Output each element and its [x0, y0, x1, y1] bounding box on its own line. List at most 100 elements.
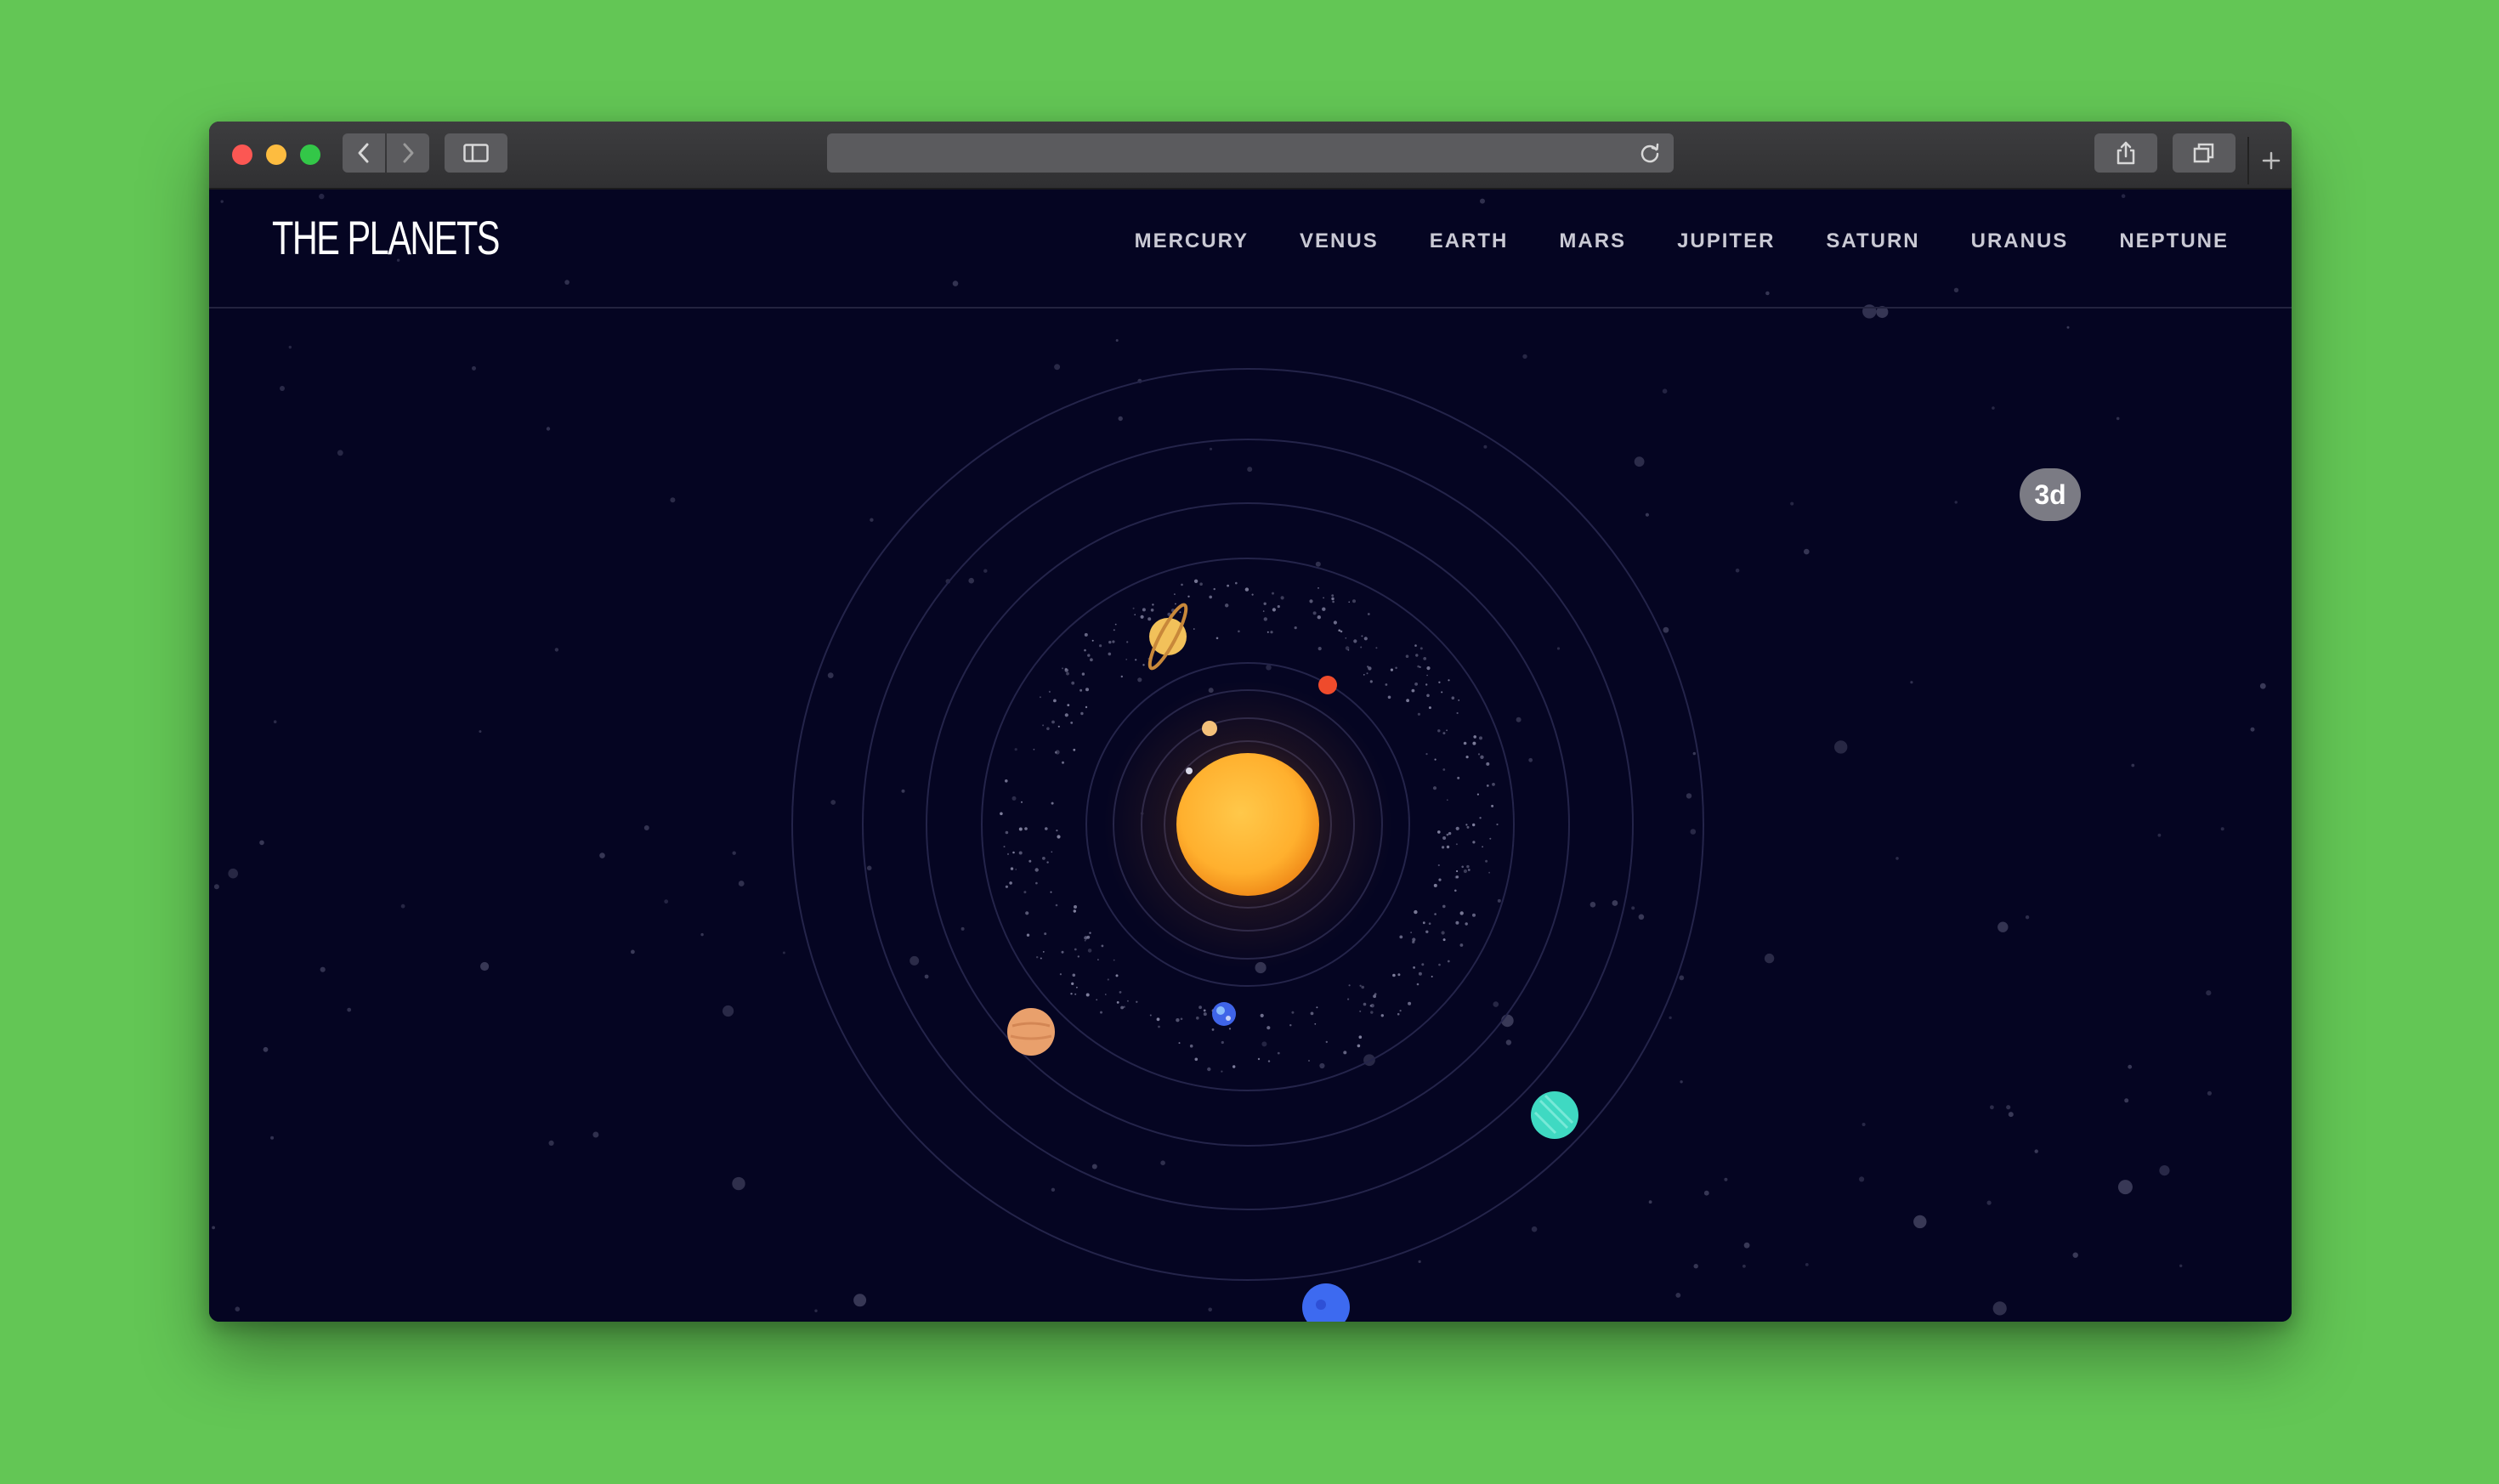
- planet-earth[interactable]: [1212, 1002, 1236, 1026]
- planet-mars[interactable]: [1318, 676, 1337, 694]
- planet-venus[interactable]: [1202, 721, 1217, 736]
- star: [1742, 1264, 1746, 1268]
- show-tabs-button[interactable]: [2173, 133, 2236, 173]
- back-button[interactable]: [343, 133, 385, 173]
- asteroid: [1207, 1067, 1211, 1072]
- share-button[interactable]: [2094, 133, 2157, 173]
- star: [1998, 921, 2009, 932]
- asteroid: [1085, 705, 1088, 709]
- asteroid: [1018, 827, 1023, 831]
- reload-icon: [1640, 143, 1659, 163]
- asteroid: [1156, 1017, 1160, 1022]
- close-window-button[interactable]: [232, 144, 252, 165]
- star: [1680, 1080, 1683, 1084]
- asteroid: [1270, 631, 1273, 634]
- star: [1590, 902, 1596, 908]
- asteroid: [1496, 823, 1499, 826]
- asteroid: [1446, 729, 1448, 732]
- star: [400, 903, 405, 909]
- asteroid: [1438, 878, 1442, 881]
- address-bar[interactable]: [827, 133, 1674, 173]
- minimize-window-button[interactable]: [266, 144, 286, 165]
- star: [1208, 1307, 1212, 1312]
- asteroid: [1466, 825, 1470, 829]
- asteroid: [1312, 611, 1317, 615]
- 3d-view-toggle-button[interactable]: 3d: [2020, 468, 2081, 521]
- asteroid: [1414, 644, 1417, 647]
- asteroid: [1448, 831, 1452, 835]
- asteroid: [1174, 593, 1176, 595]
- asteroid: [1023, 891, 1027, 894]
- nav-mercury[interactable]: MERCURY: [1135, 227, 1249, 256]
- asteroid: [1472, 823, 1476, 827]
- asteroid: [1363, 674, 1365, 676]
- star: [228, 868, 238, 879]
- asteroid: [1272, 592, 1274, 595]
- maximize-window-button[interactable]: [300, 144, 320, 165]
- asteroid: [1486, 762, 1490, 766]
- asteroid: [1422, 921, 1425, 925]
- asteroid: [1120, 1005, 1124, 1010]
- solar-system-scene: [212, 193, 2266, 1322]
- star: [2006, 1105, 2011, 1110]
- nav-venus[interactable]: VENUS: [1300, 227, 1379, 256]
- asteroid: [1005, 885, 1008, 888]
- nav-saturn[interactable]: SATURN: [1826, 227, 1919, 256]
- asteroid: [1463, 741, 1467, 745]
- star: [700, 932, 704, 937]
- asteroid: [1152, 603, 1154, 606]
- asteroid: [1006, 852, 1010, 856]
- asteroid: [1070, 722, 1074, 724]
- star: [1663, 626, 1669, 633]
- nav-neptune[interactable]: NEPTUNE: [2119, 227, 2229, 256]
- asteroid: [1455, 920, 1459, 925]
- asteroid: [1317, 615, 1322, 620]
- asteroid: [1061, 950, 1064, 954]
- forward-button[interactable]: [387, 133, 429, 173]
- nav-mars[interactable]: MARS: [1559, 227, 1626, 256]
- asteroid: [1021, 801, 1023, 803]
- nav-earth[interactable]: EARTH: [1430, 227, 1509, 256]
- site-logo[interactable]: THE PLANETS: [272, 210, 500, 265]
- asteroid: [1370, 1011, 1374, 1014]
- url-input[interactable]: [827, 133, 1626, 173]
- star: [2072, 1252, 2078, 1258]
- asteroid: [1455, 826, 1459, 830]
- star: [320, 966, 326, 972]
- planet-jupiter[interactable]: [1007, 1008, 1055, 1056]
- asteroid: [1057, 725, 1060, 728]
- planet-saturn[interactable]: [1144, 602, 1191, 672]
- new-tab-button[interactable]: [2247, 137, 2292, 184]
- asteroid: [1347, 998, 1350, 1000]
- star: [670, 497, 676, 503]
- star: [2250, 727, 2255, 732]
- reload-button[interactable]: [1635, 133, 1665, 173]
- asteroid: [1408, 1001, 1412, 1005]
- nav-jupiter[interactable]: JUPITER: [1677, 227, 1775, 256]
- asteroid: [1090, 658, 1093, 662]
- asteroid: [1048, 690, 1051, 694]
- asteroid: [1039, 696, 1041, 699]
- asteroid: [1367, 666, 1369, 668]
- star: [213, 884, 219, 890]
- star: [1319, 1062, 1325, 1069]
- star: [1986, 1200, 1992, 1205]
- sun[interactable]: [1176, 753, 1319, 896]
- planet-uranus[interactable]: [1531, 1091, 1578, 1139]
- sidebar-toggle-button[interactable]: [445, 133, 507, 173]
- nav-uranus[interactable]: URANUS: [1971, 227, 2069, 256]
- asteroid: [1423, 657, 1427, 660]
- asteroid: [1345, 637, 1347, 639]
- asteroid: [1012, 851, 1015, 854]
- asteroid: [1097, 959, 1099, 960]
- star: [631, 949, 635, 954]
- asteroid: [1194, 1057, 1198, 1062]
- asteroid: [1446, 845, 1450, 849]
- asteroid: [1416, 983, 1420, 986]
- planet-neptune[interactable]: [1302, 1283, 1350, 1322]
- asteroid: [1426, 666, 1431, 671]
- star: [910, 955, 920, 966]
- planet-mercury[interactable]: [1186, 767, 1193, 774]
- asteroid: [1348, 601, 1350, 603]
- asteroid: [1074, 905, 1077, 909]
